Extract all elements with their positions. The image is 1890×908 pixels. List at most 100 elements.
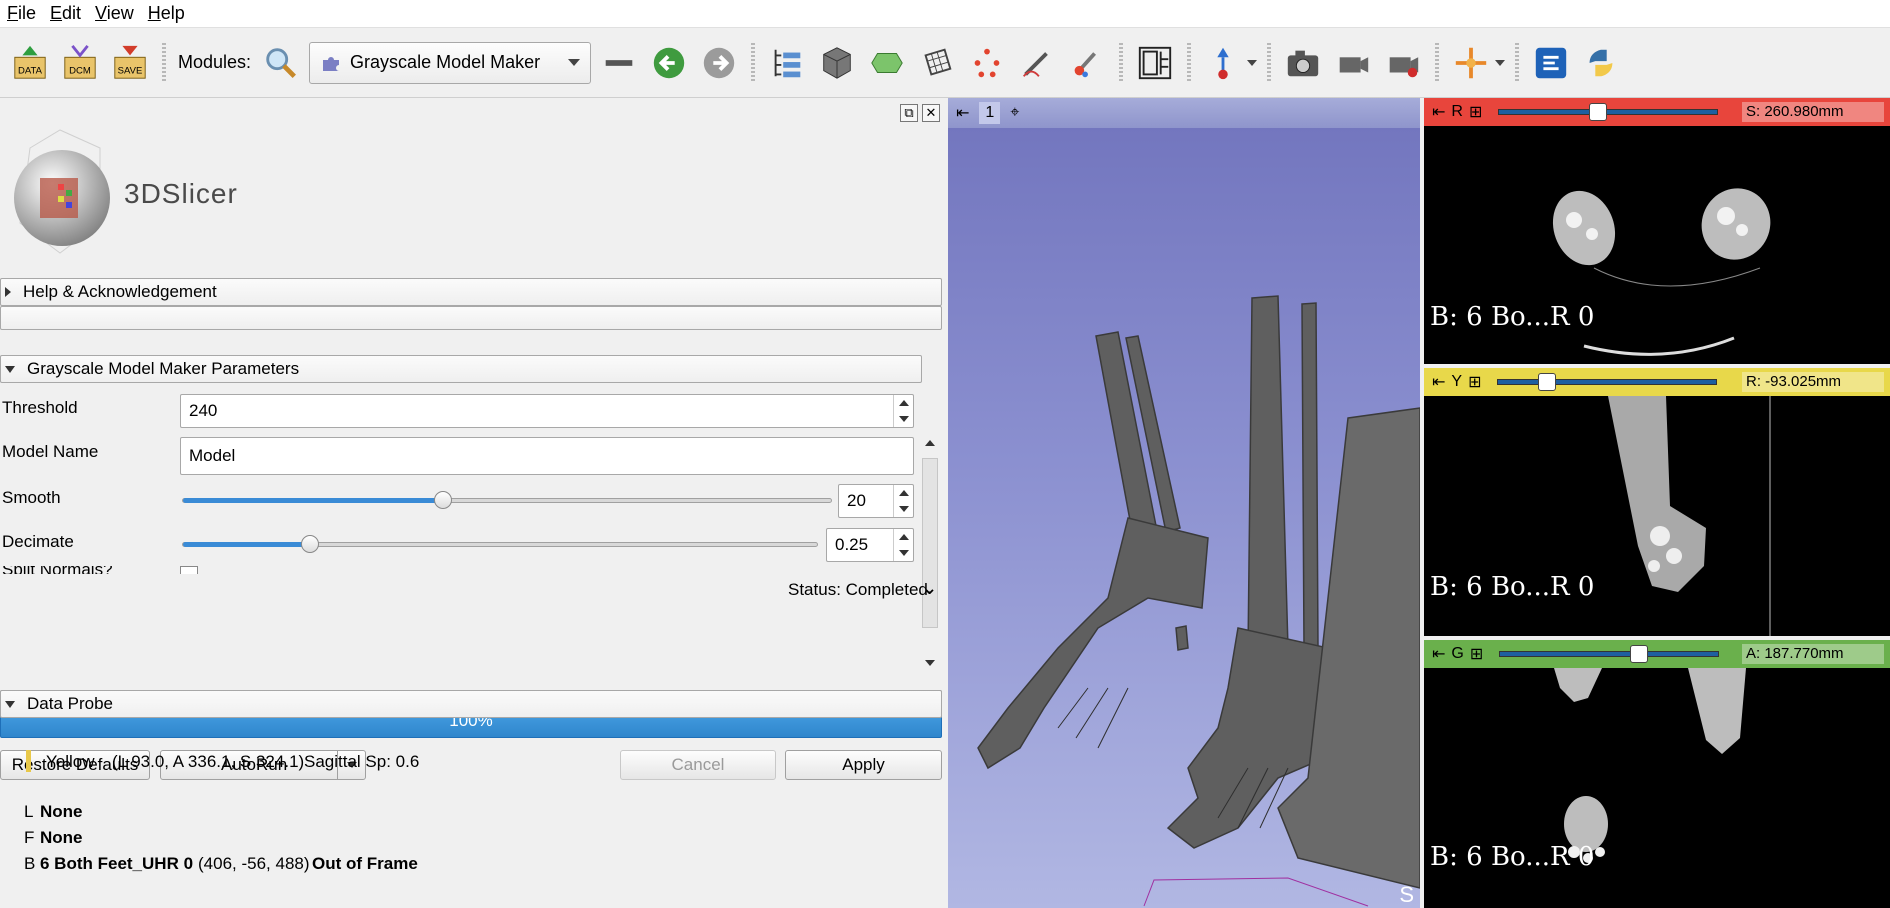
parameters-section-label: Grayscale Model Maker Parameters [27,359,300,378]
back-button[interactable] [647,41,691,85]
yellow-slice-view[interactable]: ⇤ Y ⊞ R: -93.025mm B: 6 Bo...R 0 [1424,368,1890,636]
python-console-button[interactable] [1579,41,1623,85]
smooth-slider[interactable] [182,491,832,509]
screenshot-button[interactable] [1281,41,1325,85]
parameters-section-header[interactable]: Grayscale Model Maker Parameters [0,355,922,383]
forward-button[interactable] [697,41,741,85]
smooth-spinbox[interactable]: 20 [838,484,914,518]
decimate-slider[interactable] [182,535,818,553]
slice-slider-handle[interactable] [1629,645,1648,663]
mouse-mode-button[interactable] [1201,41,1245,85]
chevron-up-icon[interactable] [898,490,909,496]
crosshair-button[interactable] [1449,41,1493,85]
scrollbar-thumb[interactable] [922,458,938,628]
layout-icon [1138,46,1172,79]
red-slice-view[interactable]: ⇤ R ⊞ S: 260.980mm B: 6 Bo...R 0 [1424,98,1890,364]
dock-controls: ⧉ ✕ [900,104,940,122]
chevron-down-icon[interactable] [898,506,909,512]
slice-options-icon[interactable]: ⊞ [1470,644,1483,664]
spin-arrows[interactable] [893,529,913,561]
magnifier-icon [266,47,297,78]
double-chevron-down-icon[interactable]: ⌄ [922,578,937,599]
3d-view[interactable]: ⇤ 1 ⌖ S [948,98,1420,908]
parameters-scrollbar[interactable] [922,438,938,668]
smooth-slider-handle[interactable] [434,491,452,509]
scene-view-button[interactable] [1331,41,1375,85]
model-name-input[interactable]: Model [180,437,914,475]
toolbar-grip[interactable] [1119,42,1124,83]
chevron-down-icon [5,700,15,708]
yellow-slice-letter: Y [1451,373,1463,390]
editor-module-button[interactable] [1015,41,1059,85]
load-dicom-button[interactable]: DCM [58,41,102,85]
module-selector[interactable]: Grayscale Model Maker [309,41,592,84]
slice-slider-handle[interactable] [1537,373,1556,391]
save-button[interactable]: SAVE [108,41,152,85]
segment-editor-button[interactable] [1065,41,1109,85]
green-slice-offset-slider[interactable] [1499,645,1720,663]
chevron-up-icon[interactable] [898,534,909,540]
smooth-slider-fill [183,498,443,503]
menu-help[interactable]: Help [141,3,192,24]
smooth-value: 20 [847,491,866,510]
toolbar-grip[interactable] [1435,42,1440,83]
chevron-down-icon[interactable] [898,416,909,422]
slice-options-icon[interactable]: ⊞ [1468,372,1481,392]
module-search-button[interactable] [259,41,303,85]
chevron-down-icon[interactable] [1495,59,1506,66]
camera-icon [1287,50,1319,76]
float-panel-icon[interactable]: ⧉ [900,104,918,122]
3d-view-controller-bar: ⇤ 1 ⌖ [948,98,1420,128]
markups-module-button[interactable] [965,41,1009,85]
module-history-button[interactable] [597,41,641,85]
pin-icon[interactable]: ⇤ [1432,372,1445,392]
toolbar-grip[interactable] [162,42,166,83]
pin-icon[interactable]: ⇤ [1432,102,1445,122]
menu-edit[interactable]: Edit [43,3,88,24]
decimate-spinbox[interactable]: 0.25 [826,528,914,562]
chevron-up-icon[interactable] [898,400,909,406]
extension-manager-button[interactable] [1529,41,1573,85]
threshold-spinbox[interactable]: 240 [180,394,914,428]
layout-button[interactable] [1133,41,1177,85]
model-gem-icon [871,52,903,73]
spin-arrows[interactable] [893,485,913,517]
toolbar-grip[interactable] [1515,42,1520,83]
help-section-header[interactable]: Help & Acknowledgement [0,278,942,306]
close-icon[interactable]: ✕ [922,104,940,122]
place-fiducial-icon [1217,47,1229,79]
scene-restore-button[interactable] [1381,41,1425,85]
slice-slider-handle[interactable] [1589,103,1608,121]
green-slice-view[interactable]: ⇤ G ⊞ A: 187.770mm B: 6 Bo...R 0 [1424,640,1890,908]
data-module-button[interactable] [765,41,809,85]
decimate-slider-handle[interactable] [301,535,320,553]
red-slice-offset-slider[interactable] [1498,103,1719,121]
svg-text:SAVE: SAVE [118,65,143,76]
load-data-button[interactable]: DATA [8,41,52,85]
pin-icon[interactable]: ⇤ [956,103,969,123]
split-normals-checkbox[interactable] [180,566,198,574]
status-text: Status: Completed [788,580,928,599]
slice-options-icon[interactable]: ⊞ [1469,102,1482,122]
volumes-module-button[interactable] [815,41,859,85]
center-view-icon[interactable]: ⌖ [1010,104,1019,122]
module-selector-value: Grayscale Model Maker [350,52,541,72]
chevron-down-icon[interactable] [925,660,935,666]
models-module-button[interactable] [865,41,909,85]
toolbar-grip[interactable] [751,42,756,83]
arrow-right-icon [703,47,735,78]
menu-view[interactable]: View [88,3,141,24]
chevron-down-icon[interactable] [898,550,909,556]
menu-file[interactable]: File [0,3,43,24]
apply-button[interactable]: Apply [785,750,942,780]
toolbar-grip[interactable] [1267,42,1272,83]
chevron-up-icon[interactable] [925,440,935,446]
cancel-button[interactable]: Cancel [620,750,776,780]
pin-icon[interactable]: ⇤ [1432,644,1445,664]
yellow-slice-offset-slider[interactable] [1497,373,1718,391]
toolbar-grip[interactable] [1187,42,1192,83]
transforms-module-button[interactable] [915,41,959,85]
spin-arrows[interactable] [893,395,913,427]
data-probe-section-header[interactable]: Data Probe [0,690,942,718]
chevron-down-icon[interactable] [1247,59,1258,66]
